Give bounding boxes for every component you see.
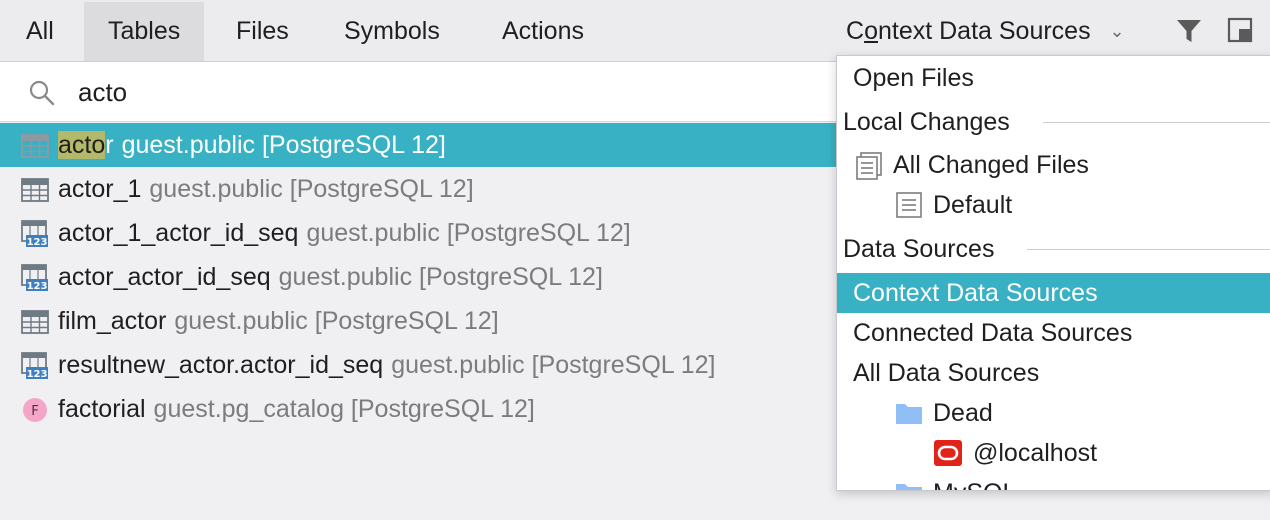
scope-all-changed-files[interactable]: All Changed Files [837,145,1270,185]
result-name: resultnew_actor.actor_id_seq [58,351,384,379]
result-row[interactable]: actor_1 guest.public [PostgreSQL 12] [0,167,836,211]
result-text: resultnew_actor.actor_id_seq guest.public… [58,343,715,387]
search-input[interactable] [76,72,800,112]
scope-label: Default [933,191,1013,219]
chevron-down-icon: ⌄ [1109,21,1125,41]
function-icon: F [23,398,47,422]
scope-all-data-sources[interactable]: All Data Sources [837,353,1270,393]
scope-label: Open Files [853,64,974,92]
result-text: actor_1 guest.public [PostgreSQL 12] [58,167,474,211]
svg-text:F: F [31,404,38,419]
result-row[interactable]: 123 actor_1_actor_id_seq guest.public [Po… [0,211,836,255]
table-icon [21,178,49,202]
match-highlight: acto [58,131,106,159]
scope-popup: Open Files Local Changes All Changed Fil… [836,55,1270,491]
scope-label: Dead [933,399,993,427]
filter-icon[interactable] [1175,17,1203,45]
folder-icon [896,404,922,424]
separator [1043,122,1270,123]
tab-all[interactable]: All [2,2,78,61]
scope-open-files[interactable]: Open Files [837,58,1270,98]
result-name: actor_actor_id_seq [58,263,271,291]
scope-label: All Data Sources [853,359,1040,387]
section-data-sources: Data Sources [837,229,1270,269]
svg-text:123: 123 [27,369,48,380]
scope-label: All Changed Files [893,151,1089,179]
pin-window-icon[interactable] [1227,17,1253,43]
result-location: guest.public [PostgreSQL 12] [278,263,603,291]
result-text: actor_1_actor_id_seq guest.public [Postgr… [58,211,631,255]
search-icon [29,80,55,106]
tab-symbols[interactable]: Symbols [320,2,464,61]
sequence-icon: 123 [21,352,48,380]
dropdown-label-pre: C [846,17,865,45]
result-location: guest.public [PostgreSQL 12] [149,175,474,203]
sequence-icon: 123 [21,264,48,292]
scope-label: @localhost [973,439,1098,467]
result-row[interactable]: 123 actor_actor_id_seq guest.public [Post… [0,255,836,299]
separator [1027,249,1270,250]
result-location: guest.public [PostgreSQL 12] [391,351,716,379]
context-data-sources-dropdown[interactable]: Context Data Sources ⌄ [846,2,1125,61]
tab-files[interactable]: Files [212,2,313,61]
search-everywhere-tabbar: All Tables Files Symbols Actions Context… [0,0,1270,62]
result-text: actor_actor_id_seq guest.public [PostgreS… [58,255,603,299]
folder-icon [896,484,922,490]
tab-tables[interactable]: Tables [84,2,205,61]
result-location: guest.public [PostgreSQL 12] [121,131,446,159]
scope-context-data-sources[interactable]: Context Data Sources [837,273,1270,313]
result-location: guest.public [PostgreSQL 12] [306,219,631,247]
scope-connected-data-sources[interactable]: Connected Data Sources [837,313,1270,353]
svg-text:123: 123 [27,237,48,248]
result-name: film_actor [58,307,167,335]
sequence-icon: 123 [21,220,48,248]
result-location: guest.pg_catalog [PostgreSQL 12] [153,395,535,423]
result-name: actor_1 [58,175,142,203]
section-label: Data Sources [843,235,995,263]
oracle-icon [934,440,962,466]
scope-datasource-localhost[interactable]: @localhost [837,433,1270,473]
table-icon [21,134,49,158]
result-row[interactable]: film_actor guest.public [PostgreSQL 12] [0,299,836,343]
result-location: guest.public [PostgreSQL 12] [174,307,499,335]
table-icon [21,310,49,334]
scope-folder-mysql[interactable]: MySQL [837,473,1270,490]
scope-default-changelist[interactable]: Default [837,185,1270,225]
result-text: actor guest.public [PostgreSQL 12] [58,123,446,167]
changelist-icon [896,192,922,218]
dropdown-label-post: ntext Data Sources [877,17,1091,45]
section-label: Local Changes [843,108,1010,136]
scope-label: MySQL [933,473,1016,490]
section-local-changes: Local Changes [837,102,1270,142]
result-row[interactable]: 123 resultnew_actor.actor_id_seq guest.pu… [0,343,836,387]
result-name: factorial [58,395,146,423]
scope-label: Connected Data Sources [853,319,1133,347]
result-text: film_actor guest.public [PostgreSQL 12] [58,299,499,343]
result-name: actor_1_actor_id_seq [58,219,299,247]
result-text: factorial guest.pg_catalog [PostgreSQL 12… [58,387,535,431]
svg-text:123: 123 [27,281,48,292]
result-name-rest: r [105,131,114,159]
scope-label: Context Data Sources [853,279,1098,307]
tab-actions[interactable]: Actions [478,2,608,61]
dropdown-label-mnemonic: o [864,17,878,45]
result-row[interactable]: actor guest.public [PostgreSQL 12] [0,123,836,167]
changelist-icon [856,152,882,180]
scope-folder-dead[interactable]: Dead [837,393,1270,433]
result-row[interactable]: F factorial guest.pg_catalog [PostgreSQL … [0,387,836,431]
